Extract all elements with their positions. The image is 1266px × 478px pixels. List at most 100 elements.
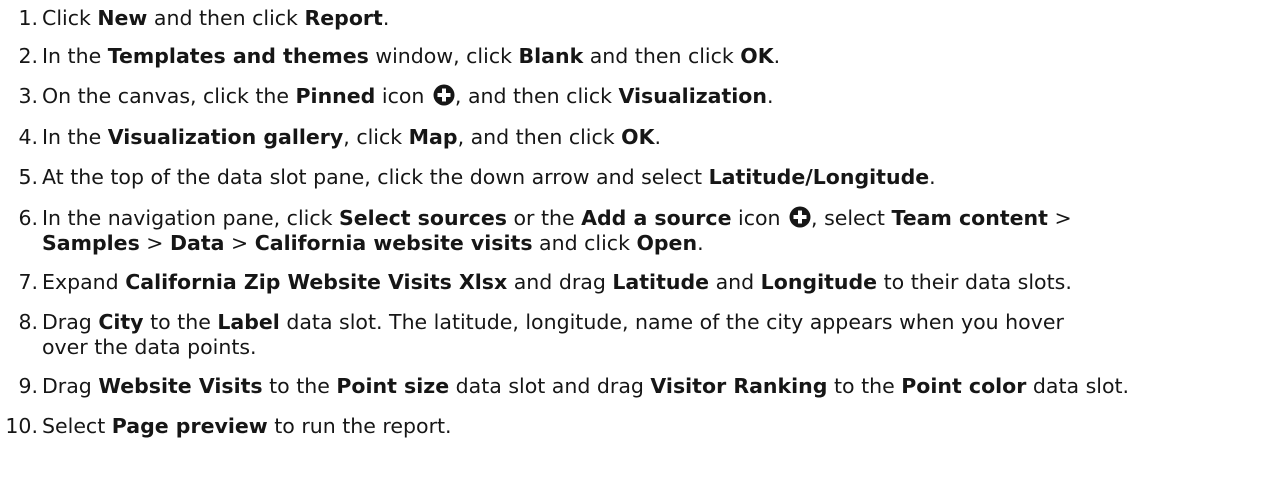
step-1: 1. Click New and then click Report. xyxy=(0,6,1260,31)
ui-term: Data xyxy=(169,231,225,255)
step-text-segment: over the data points. xyxy=(42,335,257,359)
ui-term: Open xyxy=(636,231,698,255)
step-text-segment: and click xyxy=(532,231,637,255)
step-number: 7. xyxy=(18,270,38,294)
ui-term: Add a source xyxy=(581,206,732,230)
step-number: 3. xyxy=(18,84,38,108)
ui-term: Point color xyxy=(901,374,1027,398)
ui-term: Longitude xyxy=(760,270,878,294)
ui-term: Samples xyxy=(42,231,140,255)
ui-term: Latitude/Longitude xyxy=(708,165,930,189)
step-number: 4. xyxy=(18,125,38,149)
step-text-segment: icon xyxy=(731,206,788,230)
ui-term: Visitor Ranking xyxy=(650,374,828,398)
step-text-segment: data slot and drag xyxy=(449,374,651,398)
step-text-segment: and drag xyxy=(507,270,613,294)
ui-term: Visualization xyxy=(618,84,768,108)
step-7: 7. Expand California Zip Website Visits X… xyxy=(0,270,1260,295)
step-text-segment: Drag xyxy=(42,310,99,334)
step-number: 5. xyxy=(18,165,38,189)
ui-term: Select sources xyxy=(339,206,507,230)
step-text-segment: . xyxy=(654,125,661,149)
step-text-segment: . xyxy=(382,6,390,30)
step-text-segment: to the xyxy=(143,310,218,334)
step-text: In the Visualization gallery, click Map,… xyxy=(42,125,1260,150)
step-text-segment: to run the report. xyxy=(267,414,452,438)
ui-term: Label xyxy=(217,310,280,334)
step-5: 5. At the top of the data slot pane, clic… xyxy=(0,165,1260,190)
step-text-segment: , select xyxy=(811,206,892,230)
step-text-segment: data slot. xyxy=(1026,374,1130,398)
ui-term: Team content xyxy=(891,206,1048,230)
step-text: On the canvas, click the Pinned icon , a… xyxy=(42,84,1260,109)
step-4: 4. In the Visualization gallery, click Ma… xyxy=(0,125,1260,150)
ui-term: Blank xyxy=(518,44,584,68)
step-text-segment: At the top of the data slot pane, click … xyxy=(42,165,709,189)
step-text-segment: icon xyxy=(375,84,431,108)
step-text-segment: and xyxy=(709,270,761,294)
step-text-segment: Click xyxy=(42,6,98,30)
ui-term: Templates and themes xyxy=(107,44,369,68)
step-8: 8. Drag City to the Label data slot. The … xyxy=(0,310,1260,360)
step-number: 6. xyxy=(18,206,38,230)
ui-term: Page preview xyxy=(111,414,268,438)
step-text: In the Templates and themes window, clic… xyxy=(42,44,1260,69)
step-text-segment: to the xyxy=(262,374,337,398)
step-text-segment: to the xyxy=(827,374,902,398)
ui-term: New xyxy=(97,6,148,30)
step-text: Click New and then click Report. xyxy=(42,6,1260,31)
ui-term: Report xyxy=(304,6,383,30)
step-text-segment: . xyxy=(697,231,704,255)
step-text-segment: , and then click xyxy=(457,125,622,149)
ui-term: OK xyxy=(740,44,774,68)
step-text-segment: , and then click xyxy=(454,84,619,108)
step-text-segment: window, click xyxy=(368,44,519,68)
add-circle-icon xyxy=(789,206,811,228)
step-text-segment: Expand xyxy=(42,270,126,294)
step-text: Select Page preview to run the report. xyxy=(42,414,1260,439)
step-text-segment: Select xyxy=(42,414,112,438)
step-6: 6. In the navigation pane, click Select s… xyxy=(0,206,1260,256)
step-text: In the navigation pane, click Select sou… xyxy=(42,206,1260,256)
step-text: At the top of the data slot pane, click … xyxy=(42,165,1260,190)
step-text-segment: to their data slots. xyxy=(877,270,1072,294)
step-text-segment: . xyxy=(773,44,781,68)
step-text-segment: In the navigation pane, click xyxy=(42,206,339,230)
ui-term: Latitude xyxy=(612,270,710,294)
step-number: 10. xyxy=(5,414,38,438)
step-number: 1. xyxy=(18,6,38,30)
step-3: 3. On the canvas, click the Pinned icon ,… xyxy=(0,84,1260,109)
ui-term: Visualization gallery xyxy=(107,125,344,149)
step-text: Expand California Zip Website Visits Xls… xyxy=(42,270,1260,295)
step-text-segment: On the canvas, click the xyxy=(42,84,296,108)
step-number: 9. xyxy=(18,374,38,398)
step-text-segment: > xyxy=(139,231,170,255)
step-text-segment: data slot. The latitude, longitude, name… xyxy=(279,310,1064,334)
add-circle-icon xyxy=(433,84,455,106)
step-text-segment: Drag xyxy=(42,374,99,398)
ui-term: City xyxy=(98,310,144,334)
step-text-segment: and then click xyxy=(583,44,741,68)
step-text: Drag Website Visits to the Point size da… xyxy=(42,374,1260,399)
step-text-segment: or the xyxy=(506,206,582,230)
step-text-segment: . xyxy=(767,84,774,108)
ui-term: Pinned xyxy=(295,84,376,108)
step-text-segment: . xyxy=(929,165,936,189)
instruction-steps: 1. Click New and then click Report. 2. In t… xyxy=(0,0,1266,478)
ui-term: California Zip Website Visits Xlsx xyxy=(125,270,508,294)
step-10: 10. Select Page preview to run the report… xyxy=(0,414,1260,439)
step-text: Drag City to the Label data slot. The la… xyxy=(42,310,1260,360)
step-number: 2. xyxy=(18,44,38,68)
step-text-segment: and then click xyxy=(147,6,305,30)
ui-term: Website Visits xyxy=(98,374,263,398)
step-text-segment: > xyxy=(1047,206,1072,230)
step-9: 9. Drag Website Visits to the Point size … xyxy=(0,374,1260,399)
ui-term: California website visits xyxy=(254,231,533,255)
step-text-segment: In the xyxy=(42,44,108,68)
step-text-segment: In the xyxy=(42,125,108,149)
step-text-segment: > xyxy=(224,231,255,255)
ui-term: Map xyxy=(408,125,458,149)
ui-term: Point size xyxy=(336,374,450,398)
step-text-segment: , click xyxy=(343,125,409,149)
step-number: 8. xyxy=(18,310,38,334)
